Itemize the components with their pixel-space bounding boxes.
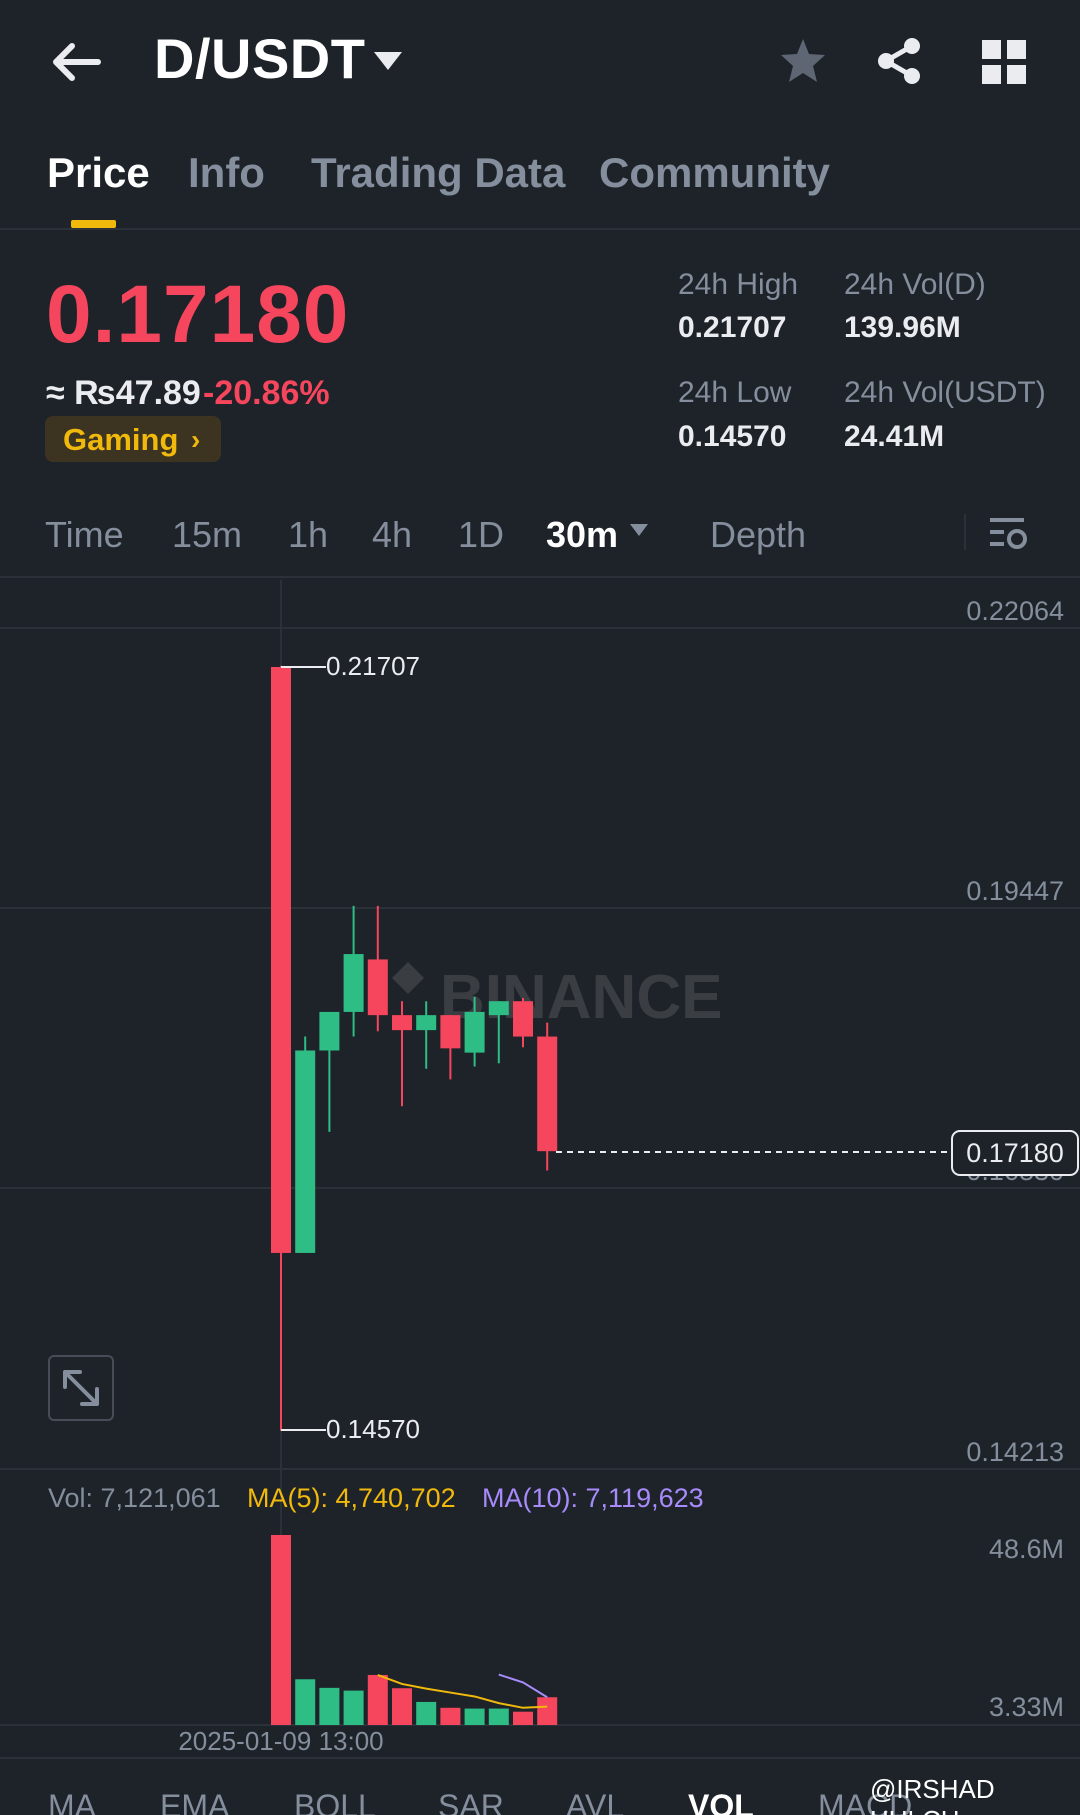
candle (513, 997, 533, 1048)
candle (416, 1001, 437, 1069)
indicator-boll[interactable]: BOLL (294, 1788, 376, 1815)
candle (367, 905, 388, 1032)
share-icon[interactable] (874, 36, 924, 86)
candle-body (488, 1001, 509, 1016)
candle-body (513, 1001, 533, 1037)
candle (295, 1036, 316, 1253)
candle-body (295, 1050, 316, 1253)
grid-menu-icon[interactable] (982, 40, 1026, 84)
indicator-avl[interactable]: AVL (566, 1788, 624, 1815)
high-marker-label: 0.21707 (326, 651, 420, 681)
x-axis-date-label: 2025-01-09 13:00 (178, 1726, 383, 1756)
interval-1h[interactable]: 1h (288, 514, 328, 556)
volume-bar (271, 1535, 291, 1725)
candle-body (416, 1015, 437, 1031)
y-axis-tick: 0.19447 (966, 876, 1064, 906)
trading-pair-title[interactable]: D/USDT (154, 26, 365, 91)
interval-4h[interactable]: 4h (372, 514, 412, 556)
volume-bar (319, 1687, 340, 1725)
indicator-ma[interactable]: MA (48, 1788, 96, 1815)
expand-icon (63, 1370, 99, 1406)
tab-info[interactable]: Info (188, 149, 265, 197)
volume-bar (392, 1688, 412, 1725)
vol-d-value: 139.96M (844, 311, 961, 344)
interval-15m[interactable]: 15m (172, 514, 242, 556)
pair-dropdown-icon[interactable] (372, 50, 404, 72)
y-axis-tick: 0.22064 (966, 596, 1064, 626)
candle-body (343, 954, 364, 1012)
volume-bars-group (271, 1535, 558, 1725)
candle (537, 1022, 558, 1171)
high-value: 0.21707 (678, 311, 787, 344)
back-arrow-icon[interactable] (48, 40, 104, 84)
interval-bar: Time 15m 1h 4h 1D 30m Depth (0, 500, 1080, 578)
section-tabs: Price Info Trading Data Community (0, 145, 1080, 230)
interval-time[interactable]: Time (45, 514, 124, 556)
tab-community[interactable]: Community (599, 149, 830, 197)
candle-body (319, 1011, 340, 1051)
candle (343, 905, 364, 1037)
tab-trading-data[interactable]: Trading Data (311, 149, 565, 197)
y-axis-tick: 0.14213 (966, 1437, 1064, 1467)
candle (319, 1011, 340, 1132)
tab-price[interactable]: Price (47, 149, 150, 197)
indicator-sar[interactable]: SAR (438, 1788, 504, 1815)
category-tag-label: Gaming (63, 422, 179, 457)
volume-bar (440, 1707, 461, 1725)
volume-axis-tick: 3.33M (989, 1692, 1064, 1722)
volume-bar (488, 1708, 509, 1725)
volume-bar (416, 1701, 437, 1725)
vol-usdt-label: 24h Vol(USDT) (844, 376, 1046, 409)
candle-body (537, 1036, 558, 1152)
volume-bar (295, 1679, 316, 1725)
low-value: 0.14570 (678, 420, 787, 453)
low-label: 24h Low (678, 376, 792, 409)
volume-bar (464, 1708, 485, 1725)
volume-bar (537, 1697, 558, 1725)
indicator-vol[interactable]: VOL (688, 1788, 754, 1815)
fullscreen-button[interactable] (48, 1355, 114, 1421)
chevron-right-icon: › (191, 424, 201, 455)
candle-body (464, 1011, 485, 1053)
favorite-star-icon[interactable] (778, 36, 828, 86)
interval-dropdown-icon[interactable] (628, 522, 650, 538)
interval-divider (964, 514, 966, 550)
candle-body (271, 666, 291, 1253)
interval-depth[interactable]: Depth (710, 514, 806, 556)
candle-body (392, 1015, 412, 1031)
current-price-tag: 0.17180 (966, 1138, 1064, 1168)
price-change-percent: -20.86% (203, 374, 330, 412)
interval-30m[interactable]: 30m (546, 514, 618, 556)
top-bar: D/USDT (0, 0, 1080, 125)
active-tab-indicator (71, 220, 116, 228)
category-tag-button[interactable]: Gaming › (45, 416, 221, 462)
candle-body (440, 1015, 461, 1049)
credit-watermark: @IRSHAD HULCH (870, 1774, 995, 1815)
volume-legend: Vol: 7,121,061 (48, 1483, 221, 1513)
vol-usdt-value: 24.41M (844, 420, 945, 453)
candle (271, 665, 291, 1431)
last-price: 0.17180 (46, 269, 350, 360)
ma10-legend: MA(10): 7,119,623 (482, 1483, 704, 1513)
low-marker-label: 0.14570 (326, 1414, 420, 1444)
candle-body (367, 959, 388, 1016)
interval-1d[interactable]: 1D (458, 514, 504, 556)
volume-bar (343, 1690, 364, 1725)
volume-bar (513, 1711, 533, 1725)
indicator-ema[interactable]: EMA (160, 1788, 229, 1815)
candles-group (271, 665, 558, 1431)
chart-settings-icon[interactable] (986, 514, 1030, 554)
vol-d-label: 24h Vol(D) (844, 268, 986, 301)
ma10-line (498, 1673, 548, 1699)
candle (488, 1001, 509, 1064)
ma5-legend: MA(5): 4,740,702 (247, 1483, 456, 1513)
high-label: 24h High (678, 268, 799, 301)
volume-bar (367, 1674, 388, 1725)
price-chart[interactable]: 0.22064 0.19447 0.16830 0.14213 BINANCE … (0, 580, 1080, 1815)
volume-axis-tick: 48.6M (989, 1534, 1064, 1564)
candle (392, 1001, 412, 1107)
candle (440, 1015, 461, 1080)
fiat-price: ≈ ₨47.89 (46, 374, 201, 412)
